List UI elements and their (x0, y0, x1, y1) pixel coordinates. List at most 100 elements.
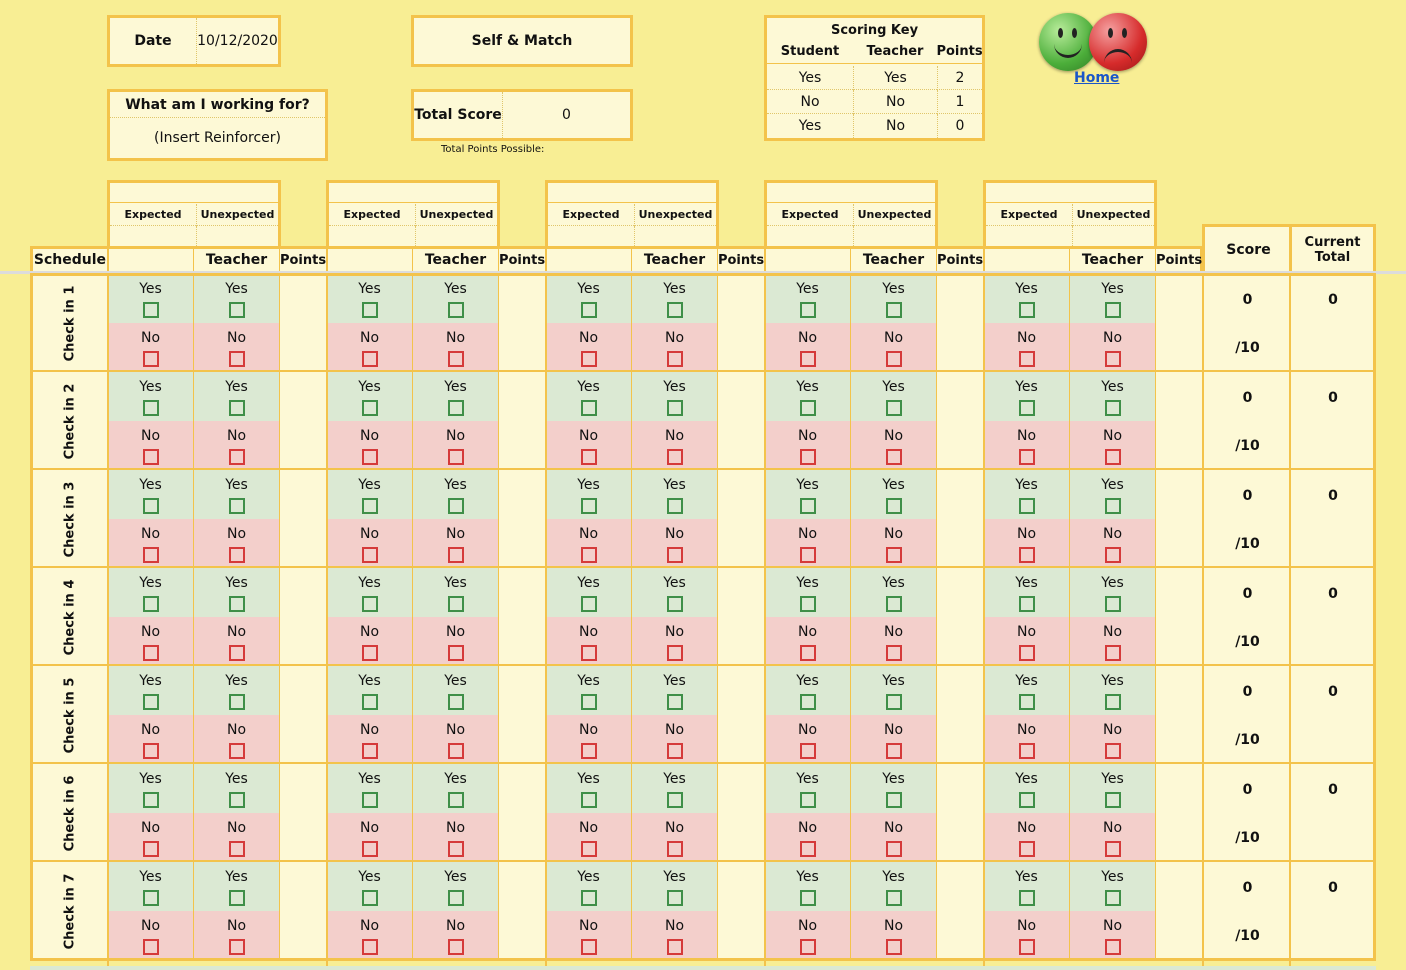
student-yes-checkbox[interactable] (361, 890, 378, 906)
teacher-no-checkbox[interactable] (885, 939, 902, 955)
student-no-checkbox[interactable] (580, 547, 597, 563)
student-yes-checkbox[interactable] (580, 890, 597, 906)
student-yes-checkbox[interactable] (799, 302, 816, 318)
teacher-no-checkbox[interactable] (228, 645, 245, 661)
teacher-no-checkbox[interactable] (228, 547, 245, 563)
student-no-checkbox[interactable] (142, 645, 159, 661)
teacher-yes-checkbox[interactable] (228, 400, 245, 416)
student-yes-checkbox[interactable] (1018, 694, 1035, 710)
date-value[interactable]: 10/12/2020 (196, 18, 278, 64)
teacher-no-checkbox[interactable] (666, 841, 683, 857)
student-no-checkbox[interactable] (1018, 351, 1035, 367)
student-yes-checkbox[interactable] (142, 792, 159, 808)
teacher-yes-checkbox[interactable] (447, 498, 464, 514)
teacher-yes-checkbox[interactable] (1104, 400, 1121, 416)
activity-name-field[interactable] (110, 183, 278, 203)
teacher-no-checkbox[interactable] (447, 645, 464, 661)
teacher-no-checkbox[interactable] (1104, 351, 1121, 367)
student-no-checkbox[interactable] (1018, 449, 1035, 465)
teacher-no-checkbox[interactable] (885, 449, 902, 465)
teacher-no-checkbox[interactable] (1104, 841, 1121, 857)
teacher-yes-checkbox[interactable] (447, 302, 464, 318)
student-yes-checkbox[interactable] (142, 302, 159, 318)
teacher-yes-checkbox[interactable] (228, 302, 245, 318)
teacher-no-checkbox[interactable] (666, 449, 683, 465)
teacher-no-checkbox[interactable] (1104, 547, 1121, 563)
student-yes-checkbox[interactable] (580, 792, 597, 808)
teacher-no-checkbox[interactable] (666, 939, 683, 955)
student-yes-checkbox[interactable] (142, 890, 159, 906)
teacher-yes-checkbox[interactable] (228, 498, 245, 514)
student-no-checkbox[interactable] (361, 939, 378, 955)
student-yes-checkbox[interactable] (142, 498, 159, 514)
student-yes-checkbox[interactable] (1018, 498, 1035, 514)
student-yes-checkbox[interactable] (1018, 792, 1035, 808)
teacher-no-checkbox[interactable] (447, 449, 464, 465)
teacher-yes-checkbox[interactable] (885, 792, 902, 808)
home-link[interactable]: Home (1074, 70, 1119, 86)
student-no-checkbox[interactable] (580, 351, 597, 367)
teacher-yes-checkbox[interactable] (447, 792, 464, 808)
student-yes-checkbox[interactable] (580, 694, 597, 710)
teacher-yes-checkbox[interactable] (228, 792, 245, 808)
teacher-yes-checkbox[interactable] (666, 596, 683, 612)
teacher-no-checkbox[interactable] (666, 645, 683, 661)
student-no-checkbox[interactable] (580, 939, 597, 955)
teacher-no-checkbox[interactable] (447, 939, 464, 955)
teacher-yes-checkbox[interactable] (1104, 596, 1121, 612)
teacher-no-checkbox[interactable] (228, 743, 245, 759)
teacher-no-checkbox[interactable] (885, 841, 902, 857)
student-yes-checkbox[interactable] (361, 694, 378, 710)
teacher-yes-checkbox[interactable] (885, 596, 902, 612)
student-no-checkbox[interactable] (142, 351, 159, 367)
teacher-no-checkbox[interactable] (885, 547, 902, 563)
student-yes-checkbox[interactable] (142, 596, 159, 612)
student-no-checkbox[interactable] (799, 547, 816, 563)
teacher-no-checkbox[interactable] (1104, 449, 1121, 465)
teacher-no-checkbox[interactable] (447, 547, 464, 563)
student-yes-checkbox[interactable] (799, 498, 816, 514)
student-yes-checkbox[interactable] (361, 400, 378, 416)
teacher-yes-checkbox[interactable] (885, 498, 902, 514)
teacher-yes-checkbox[interactable] (1104, 792, 1121, 808)
student-yes-checkbox[interactable] (799, 694, 816, 710)
student-no-checkbox[interactable] (580, 645, 597, 661)
student-yes-checkbox[interactable] (361, 792, 378, 808)
teacher-no-checkbox[interactable] (885, 743, 902, 759)
teacher-yes-checkbox[interactable] (228, 694, 245, 710)
teacher-yes-checkbox[interactable] (666, 498, 683, 514)
student-no-checkbox[interactable] (580, 841, 597, 857)
student-no-checkbox[interactable] (142, 449, 159, 465)
teacher-no-checkbox[interactable] (1104, 743, 1121, 759)
teacher-yes-checkbox[interactable] (666, 302, 683, 318)
student-yes-checkbox[interactable] (580, 596, 597, 612)
teacher-yes-checkbox[interactable] (666, 694, 683, 710)
student-no-checkbox[interactable] (580, 449, 597, 465)
teacher-no-checkbox[interactable] (885, 645, 902, 661)
student-yes-checkbox[interactable] (799, 890, 816, 906)
teacher-no-checkbox[interactable] (447, 351, 464, 367)
teacher-no-checkbox[interactable] (1104, 939, 1121, 955)
teacher-yes-checkbox[interactable] (1104, 302, 1121, 318)
student-yes-checkbox[interactable] (142, 694, 159, 710)
teacher-no-checkbox[interactable] (447, 841, 464, 857)
student-no-checkbox[interactable] (1018, 547, 1035, 563)
teacher-yes-checkbox[interactable] (447, 596, 464, 612)
teacher-yes-checkbox[interactable] (885, 400, 902, 416)
teacher-yes-checkbox[interactable] (666, 400, 683, 416)
student-yes-checkbox[interactable] (361, 302, 378, 318)
student-yes-checkbox[interactable] (580, 498, 597, 514)
teacher-yes-checkbox[interactable] (666, 792, 683, 808)
teacher-no-checkbox[interactable] (666, 351, 683, 367)
teacher-yes-checkbox[interactable] (447, 694, 464, 710)
teacher-no-checkbox[interactable] (228, 449, 245, 465)
student-yes-checkbox[interactable] (1018, 890, 1035, 906)
student-yes-checkbox[interactable] (1018, 400, 1035, 416)
student-no-checkbox[interactable] (142, 743, 159, 759)
student-no-checkbox[interactable] (1018, 743, 1035, 759)
student-yes-checkbox[interactable] (580, 400, 597, 416)
activity-name-field[interactable] (548, 183, 716, 203)
student-no-checkbox[interactable] (799, 939, 816, 955)
student-no-checkbox[interactable] (361, 841, 378, 857)
student-no-checkbox[interactable] (361, 645, 378, 661)
